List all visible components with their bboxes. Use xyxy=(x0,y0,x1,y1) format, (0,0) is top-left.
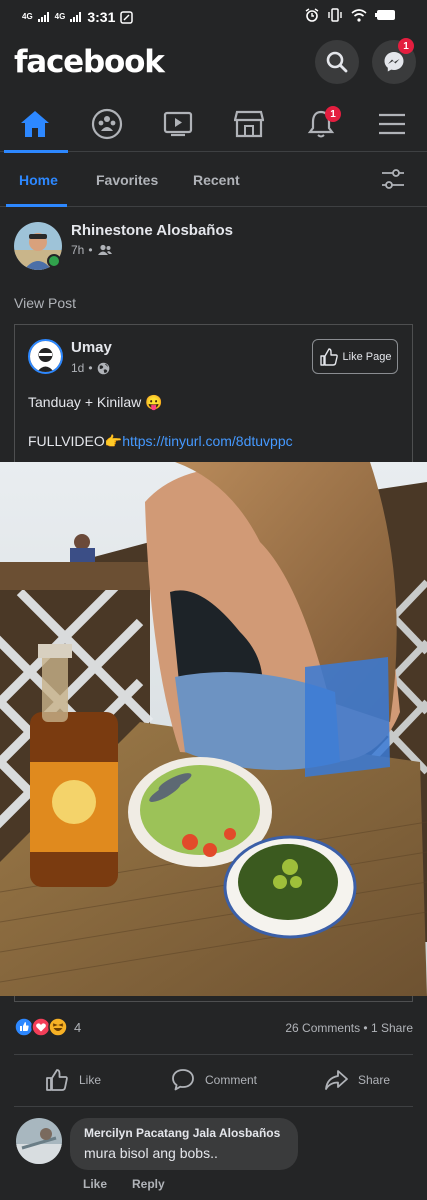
search-button[interactable] xyxy=(315,40,359,84)
signal-icon xyxy=(37,12,49,22)
watch-icon xyxy=(163,111,193,137)
comment-like-button[interactable]: Like xyxy=(83,1177,107,1191)
network-indicator-1: 4G xyxy=(22,12,33,21)
tab-favorites[interactable]: Favorites xyxy=(96,172,158,188)
network-indicator-2: 4G xyxy=(54,12,66,21)
comment-reply-button[interactable]: Reply xyxy=(132,1177,165,1191)
nav-watch[interactable] xyxy=(143,96,213,152)
nav-home[interactable] xyxy=(0,96,70,153)
comment-text: mura bisol ang bobs.. xyxy=(84,1145,218,1161)
post-link[interactable]: https://tinyurl.com/8dtuvppc xyxy=(122,433,292,449)
page-avatar[interactable] xyxy=(28,339,63,374)
messenger-icon xyxy=(384,52,404,72)
comments-count[interactable]: 26 Comments xyxy=(285,1021,360,1035)
reaction-count: 4 xyxy=(74,1019,82,1035)
post-photo[interactable] xyxy=(0,462,427,996)
status-bar: 4G 4G 3:31 xyxy=(0,0,427,34)
post-text-line1: Tanduay + Kinilaw 😛 xyxy=(28,394,163,410)
commenter-avatar[interactable] xyxy=(16,1118,62,1164)
menu-icon xyxy=(379,113,405,135)
comment-button[interactable]: Comment xyxy=(171,1068,257,1092)
screenshot-notification-icon xyxy=(120,10,134,24)
signal-icon xyxy=(70,12,82,22)
notifications-badge: 1 xyxy=(325,106,341,122)
search-icon xyxy=(326,51,348,73)
counts-separator: • xyxy=(363,1021,371,1035)
nav-menu[interactable] xyxy=(357,96,427,152)
shared-post-meta: 1d • xyxy=(71,361,110,375)
meta-dot: • xyxy=(88,361,93,375)
like-page-label: Like Page xyxy=(342,350,392,363)
page-name[interactable]: Umay xyxy=(71,339,112,356)
feed-filter-icon[interactable] xyxy=(381,168,405,190)
friends-audience-icon xyxy=(97,244,112,255)
tab-recent[interactable]: Recent xyxy=(193,172,240,188)
battery-icon xyxy=(375,10,395,20)
post-text-prefix: FULLVIDEO👉 xyxy=(28,433,123,449)
status-time: 3:31 xyxy=(87,9,116,25)
alarm-icon xyxy=(305,8,319,22)
comment-label: Comment xyxy=(205,1073,258,1087)
post-text-line2: FULLVIDEO👉https://tinyurl.com/8dtuvppc xyxy=(28,433,293,450)
tab-home[interactable]: Home xyxy=(19,172,58,188)
share-button[interactable]: Share xyxy=(324,1068,390,1092)
nav-notifications[interactable]: 1 xyxy=(286,96,356,152)
facebook-logo[interactable]: facebook xyxy=(14,44,165,80)
main-nav: 1 xyxy=(0,96,427,153)
share-label: Share xyxy=(358,1073,391,1087)
meta-dot: • xyxy=(88,243,93,257)
share-icon xyxy=(325,1070,348,1090)
feed-tabs: Home Favorites Recent xyxy=(0,152,427,207)
divider xyxy=(14,1054,413,1055)
shares-count[interactable]: 1 Share xyxy=(371,1021,413,1035)
commenter-name[interactable]: Mercilyn Pacatang Jala Alosbaños xyxy=(84,1126,284,1140)
like-label: Like xyxy=(79,1073,102,1087)
like-button[interactable]: Like xyxy=(45,1068,101,1092)
thumbs-up-icon xyxy=(319,347,338,366)
poster-name[interactable]: Rhinestone Alosbaños xyxy=(71,222,233,239)
comment-bubble: Mercilyn Pacatang Jala Alosbaños mura bi… xyxy=(70,1118,298,1170)
engagement-counts: 26 Comments • 1 Share xyxy=(285,1021,413,1035)
haha-reaction-icon xyxy=(48,1017,68,1037)
nav-marketplace[interactable] xyxy=(214,96,284,152)
messenger-button[interactable]: 1 xyxy=(372,38,416,84)
view-post-link[interactable]: View Post xyxy=(14,295,76,311)
tab-underline xyxy=(6,204,67,207)
online-status-dot xyxy=(47,254,61,268)
comment-icon xyxy=(172,1069,194,1091)
thumbs-up-icon xyxy=(46,1069,68,1091)
globe-icon xyxy=(97,362,109,374)
vibrate-icon xyxy=(328,8,342,22)
reactions-summary[interactable]: 4 xyxy=(14,1017,81,1037)
nav-groups[interactable] xyxy=(72,96,142,152)
wifi-icon xyxy=(351,8,367,22)
shared-post-time[interactable]: 1d xyxy=(71,361,84,375)
like-page-button[interactable]: Like Page xyxy=(312,339,398,374)
app-header: facebook 1 xyxy=(0,34,427,96)
home-icon xyxy=(21,111,49,137)
messenger-badge: 1 xyxy=(398,38,414,54)
post-time[interactable]: 7h xyxy=(71,243,84,257)
marketplace-icon xyxy=(234,110,264,138)
post-meta: 7h • xyxy=(71,243,113,257)
groups-icon xyxy=(91,108,123,140)
divider xyxy=(14,1106,413,1107)
